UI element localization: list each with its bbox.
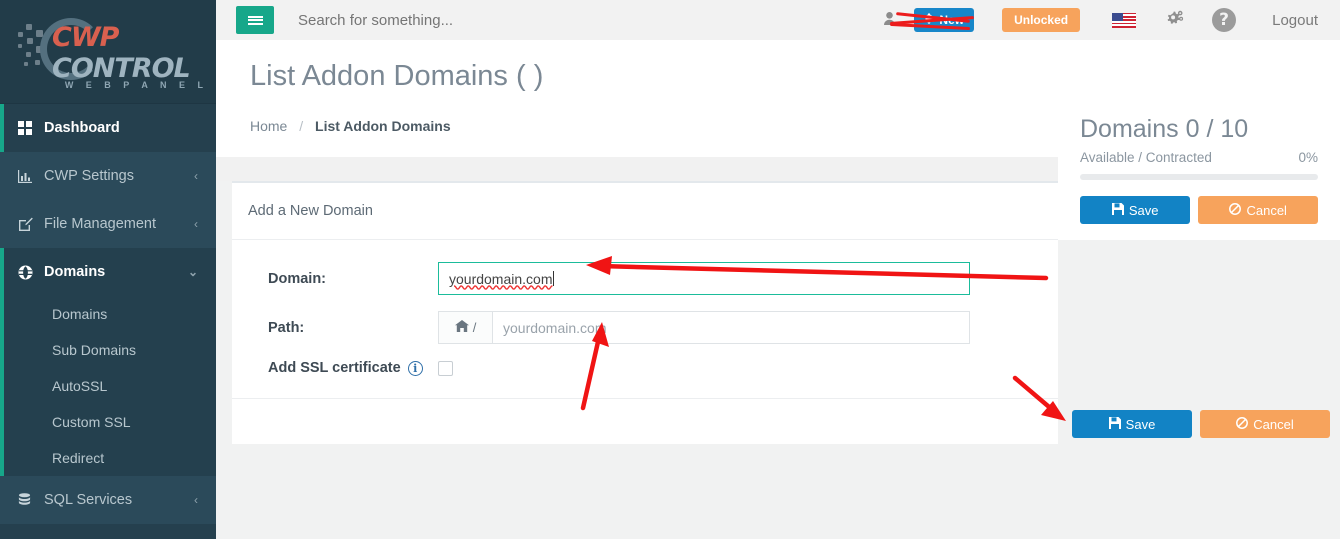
sidebar-item-label: File Management: [44, 216, 157, 232]
active-accent-bar: [0, 104, 4, 152]
flag-canton: [1112, 12, 1124, 21]
info-circle-icon[interactable]: i: [407, 360, 423, 376]
page-title: List Addon Domains ( ): [250, 60, 544, 92]
breadcrumb-separator: /: [299, 118, 304, 134]
sidebar-subitem-sub-domains[interactable]: Sub Domains: [0, 332, 216, 368]
sidebar-group-domains: Domains ⌄ Domains Sub Domains AutoSSL Cu…: [0, 248, 216, 476]
domain-input[interactable]: yourdomain.com: [438, 262, 970, 295]
logo-tagline: W E B P A N E L: [64, 80, 208, 90]
breadcrumb-home[interactable]: Home: [250, 118, 287, 134]
database-icon: [18, 492, 44, 508]
sidebar-item-label: Dashboard: [44, 120, 120, 136]
form-action-buttons: Save Cancel: [1072, 410, 1330, 438]
home-icon: [454, 320, 469, 335]
panel-title: Add a New Domain: [232, 183, 1058, 240]
quota-subtitle: Available / Contracted: [1080, 150, 1212, 165]
chevron-left-icon: ‹: [194, 169, 198, 183]
us-flag-icon[interactable]: [1112, 12, 1137, 28]
save-button[interactable]: Save: [1072, 410, 1192, 438]
sidebar: CWPCONTROL W E B P A N E L Dashboard CWP…: [0, 0, 216, 539]
search-input[interactable]: [296, 10, 676, 30]
bar-chart-icon: [18, 169, 44, 183]
ssl-field-row: Add SSL certificate i: [248, 360, 1042, 376]
save-button-top[interactable]: Save: [1080, 196, 1191, 224]
sidebar-subitem-autossl[interactable]: AutoSSL: [0, 368, 216, 404]
hamburger-icon[interactable]: [236, 6, 274, 34]
username-redaction: [890, 12, 975, 32]
top-bar: New Unlocked ? Logout: [216, 0, 1340, 40]
chevron-left-icon: ‹: [194, 217, 198, 231]
path-field-row: Path: /: [248, 311, 1042, 344]
path-input[interactable]: [493, 311, 970, 344]
sidebar-subitem-custom-ssl[interactable]: Custom SSL: [0, 404, 216, 440]
sidebar-item-label: CWP Settings: [44, 168, 134, 184]
cancel-button[interactable]: Cancel: [1200, 410, 1330, 438]
brand-logo[interactable]: CWPCONTROL W E B P A N E L: [0, 0, 216, 104]
sidebar-item-dashboard[interactable]: Dashboard: [0, 104, 216, 152]
ssl-field-label-wrap: Add SSL certificate i: [248, 360, 438, 376]
ban-icon: [1236, 416, 1249, 432]
panel-body: Domain: yourdomain.com Path: / yourdomai…: [232, 240, 1058, 398]
breadcrumb-current: List Addon Domains: [315, 118, 451, 134]
question-circle-icon[interactable]: ?: [1212, 8, 1237, 32]
ban-icon: [1229, 202, 1242, 218]
domains-quota-widget: Domains 0 / 10 Available / Contracted 0%…: [1058, 99, 1340, 240]
chevron-down-icon: ⌄: [187, 265, 198, 279]
sidebar-item-label: SQL Services: [44, 492, 133, 508]
edit-icon: [18, 217, 44, 231]
quota-progress-bar: [1080, 174, 1318, 180]
chevron-left-icon: ‹: [194, 493, 198, 507]
quota-title: Domains 0 / 10: [1080, 115, 1249, 143]
globe-icon: [18, 265, 44, 280]
floppy-icon: [1111, 202, 1124, 218]
grid-icon: [18, 121, 44, 135]
text-caret: [552, 271, 554, 286]
save-button-label: Save: [1128, 202, 1159, 218]
cogs-icon[interactable]: [1166, 10, 1184, 31]
cancel-button-top[interactable]: Cancel: [1198, 196, 1318, 224]
domain-field-row: Domain: yourdomain.com: [248, 262, 1042, 295]
ssl-field-label: Add SSL certificate: [268, 360, 401, 376]
sidebar-item-cwp-settings[interactable]: CWP Settings ‹: [0, 152, 216, 200]
quota-percent: 0%: [1298, 150, 1318, 165]
breadcrumb: Home / List Addon Domains: [250, 118, 451, 134]
domain-input-value: yourdomain.com: [449, 270, 553, 287]
sidebar-item-file-management[interactable]: File Management ‹: [0, 200, 216, 248]
cancel-button-label: Cancel: [1253, 416, 1294, 432]
floppy-icon: [1108, 416, 1121, 432]
logout-button[interactable]: Logout: [1272, 12, 1318, 29]
sidebar-item-domains[interactable]: Domains ⌄: [0, 248, 216, 296]
ssl-checkbox[interactable]: [438, 360, 453, 376]
sidebar-group-sql: SQL Services ‹: [0, 476, 216, 524]
sidebar-subitem-redirect[interactable]: Redirect: [0, 440, 216, 476]
sidebar-group-settings: CWP Settings ‹ File Management ‹: [0, 152, 216, 248]
add-domain-panel: Add a New Domain Domain: yourdomain.com …: [232, 181, 1058, 444]
sidebar-subitem-domains[interactable]: Domains: [0, 296, 216, 332]
path-field-label: Path:: [268, 319, 305, 336]
path-addon-text: /: [472, 320, 477, 335]
user-menu[interactable]: [884, 12, 975, 31]
panel-footer: [232, 398, 1058, 444]
sidebar-item-label: Domains: [44, 264, 106, 280]
top-bar-actions: New Unlocked ? Logout: [884, 8, 1340, 32]
path-input-addon: /: [438, 311, 493, 344]
save-button-label: Save: [1125, 416, 1156, 432]
domain-field-label: Domain:: [268, 270, 326, 287]
sidebar-item-sql-services[interactable]: SQL Services ‹: [0, 476, 216, 524]
cancel-button-label: Cancel: [1246, 202, 1287, 218]
logo-primary-text: CWP: [52, 22, 119, 53]
unlocked-status-badge[interactable]: Unlocked: [1002, 8, 1081, 32]
